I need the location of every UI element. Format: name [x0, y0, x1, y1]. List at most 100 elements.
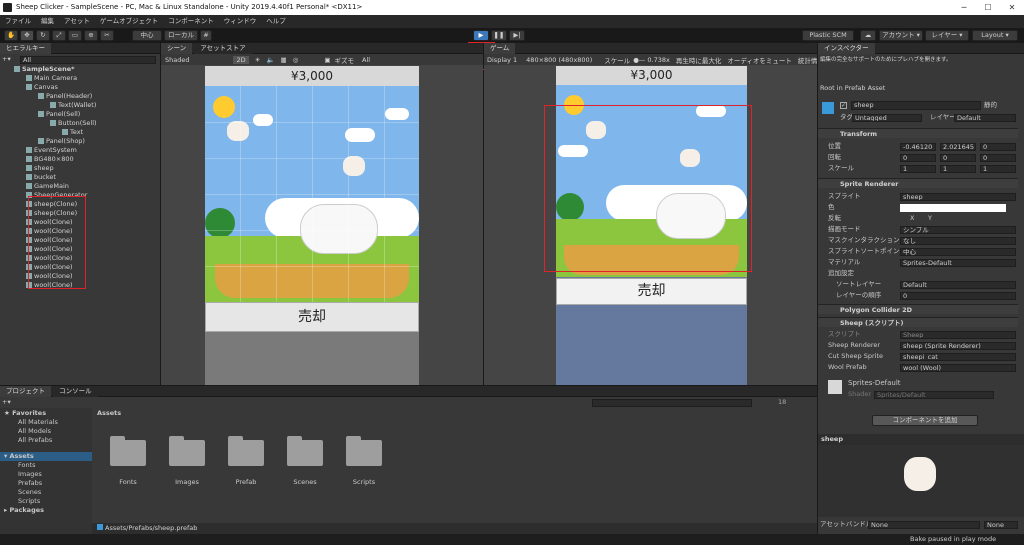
transform-tool-icon[interactable]: ⊕ [84, 30, 98, 41]
rotation-y-field[interactable]: 0 [940, 154, 976, 162]
hierarchy-item[interactable]: wool(Clone) [26, 245, 73, 254]
shading-dropdown[interactable]: Shaded [161, 56, 193, 64]
tab-hierarchy[interactable]: ヒエラルキー [0, 43, 51, 54]
hierarchy-item[interactable]: SheepGenerator [26, 191, 87, 200]
maximize-on-play-toggle[interactable]: 再生時に最大化 [676, 55, 722, 65]
draw-mode-dropdown[interactable]: シンプル [900, 226, 1016, 234]
scale-tool-icon[interactable]: ⤢ [52, 30, 66, 41]
assets-tree-item[interactable]: Fonts [18, 461, 36, 470]
hierarchy-item[interactable]: sheep [26, 164, 54, 173]
mask-dropdown[interactable]: なし [900, 237, 1016, 245]
hierarchy-item[interactable]: wool(Clone) [26, 236, 73, 245]
effects-icon[interactable]: ▦ [281, 56, 287, 64]
sorting-layer-dropdown[interactable]: Default [900, 281, 1016, 289]
tab-asset-store[interactable]: アセットストア [194, 43, 252, 54]
move-tool-icon[interactable]: ✥ [20, 30, 34, 41]
hierarchy-item[interactable]: wool(Clone) [26, 272, 73, 281]
folder-icon[interactable] [228, 436, 264, 466]
scale-slider[interactable]: ●— [633, 56, 645, 64]
sort-point-dropdown[interactable]: 中心 [900, 248, 1016, 256]
close-icon[interactable]: ✕ [1000, 0, 1024, 15]
hierarchy-item[interactable]: Text [62, 128, 83, 137]
rotation-x-field[interactable]: 0 [900, 154, 936, 162]
script-header[interactable]: Sheep (スクリプト) [818, 317, 1018, 327]
menu-gameobject[interactable]: ゲームオブジェクト [95, 15, 163, 28]
hierarchy-item[interactable]: wool(Clone) [26, 263, 73, 272]
rect-tool-icon[interactable]: ▭ [68, 30, 82, 41]
plastic-scm-button[interactable]: Plastic SCM [802, 30, 854, 41]
additional-settings-label[interactable]: 追加設定 [828, 269, 854, 278]
material-field[interactable]: Sprites-Default [900, 259, 1016, 267]
project-add-icon[interactable]: +▾ [2, 398, 11, 406]
stats-toggle[interactable]: 統計情報 [798, 55, 817, 65]
hierarchy-item[interactable]: wool(Clone) [26, 254, 73, 263]
preview-area[interactable] [818, 445, 1024, 517]
hierarchy-item[interactable]: EventSystem [26, 146, 77, 155]
order-in-layer-field[interactable]: 0 [900, 292, 1016, 300]
assets-tree-item[interactable]: Images [18, 470, 42, 479]
transform-header[interactable]: Transform [818, 128, 1018, 138]
hierarchy-item[interactable]: sheep(Clone) [26, 209, 77, 218]
favorites-heading[interactable]: ★ Favorites [4, 409, 46, 418]
pivot-toggle[interactable]: 中心 [132, 30, 162, 41]
folder-icon[interactable] [346, 436, 382, 466]
mute-audio-toggle[interactable]: オーディオをミュート [727, 55, 792, 65]
hand-tool-icon[interactable]: ✋ [4, 30, 18, 41]
scale-z-field[interactable]: 1 [980, 165, 1016, 173]
account-dropdown[interactable]: アカウント ▾ [879, 30, 923, 41]
packages-heading[interactable]: ▸ Packages [4, 506, 44, 515]
flip-x-checkbox[interactable]: X [910, 214, 914, 223]
tab-inspector[interactable]: インスペクター [818, 43, 875, 54]
assets-tree-item[interactable]: Prefabs [18, 479, 42, 488]
active-checkbox[interactable]: ✓ [840, 102, 847, 109]
audio-icon[interactable]: 🔈 [266, 56, 274, 64]
hierarchy-search-input[interactable]: All [20, 56, 156, 64]
resolution-dropdown[interactable]: 480×800 (480x800) [526, 56, 592, 64]
gizmos-dropdown[interactable]: ギズモ [335, 55, 355, 65]
maximize-icon[interactable]: ☐ [976, 0, 1000, 15]
menu-component[interactable]: コンポーネント [163, 15, 219, 28]
folder-icon[interactable] [287, 436, 323, 466]
scene-sell-button[interactable]: 売却 [205, 302, 419, 332]
hierarchy-item[interactable]: bucket [26, 173, 56, 182]
tab-project[interactable]: プロジェクト [0, 386, 51, 397]
add-component-button[interactable]: コンポーネントを追加 [872, 415, 978, 426]
sheep-renderer-field[interactable]: sheep (Sprite Renderer) [900, 342, 1016, 350]
sprite-field[interactable]: sheep [900, 193, 1016, 201]
hierarchy-item[interactable]: Text(Wallet) [50, 101, 96, 110]
tab-scene[interactable]: シーン [161, 43, 193, 54]
object-name-field[interactable]: sheep [851, 101, 981, 110]
scale-x-field[interactable]: 1 [900, 165, 936, 173]
display-dropdown[interactable]: Display 1 [484, 56, 520, 64]
assets-breadcrumb[interactable]: Assets [97, 409, 121, 418]
flip-y-checkbox[interactable]: Y [928, 214, 932, 223]
pause-button[interactable]: ❚❚ [491, 30, 507, 41]
hierarchy-item[interactable]: wool(Clone) [26, 218, 73, 227]
project-search-input[interactable] [592, 399, 752, 407]
position-y-field[interactable]: 2.021645 [940, 143, 976, 151]
layers-dropdown[interactable]: レイヤー ▾ [925, 30, 969, 41]
favorites-item[interactable]: All Prefabs [18, 436, 52, 445]
hierarchy-item[interactable]: sheep(Clone) [26, 200, 77, 209]
menu-assets[interactable]: アセット [59, 15, 95, 28]
custom-tool-icon[interactable]: ✂ [100, 30, 114, 41]
hierarchy-item[interactable]: SampleScene* [14, 65, 75, 74]
layout-dropdown[interactable]: Layout ▾ [972, 30, 1018, 41]
camera-icon[interactable]: ▣ [324, 56, 330, 64]
scene-search-text[interactable]: All [362, 56, 370, 64]
position-x-field[interactable]: -0.46120 [900, 143, 936, 151]
sprite-renderer-header[interactable]: Sprite Renderer [818, 178, 1018, 188]
rotate-tool-icon[interactable]: ↻ [36, 30, 50, 41]
layer-dropdown[interactable]: Default [954, 114, 1016, 122]
add-icon[interactable]: +▾ [2, 55, 16, 64]
toggle-2d[interactable]: 2D [233, 55, 249, 64]
hierarchy-item[interactable]: wool(Clone) [26, 281, 73, 290]
step-button[interactable]: ▶| [509, 30, 525, 41]
assets-heading[interactable]: ▾ Assets [4, 452, 34, 461]
hierarchy-item[interactable]: Panel(Header) [38, 92, 92, 101]
menu-help[interactable]: ヘルプ [261, 15, 291, 28]
favorites-item[interactable]: All Materials [18, 418, 58, 427]
static-checkbox[interactable]: 静的 [984, 101, 997, 110]
cut-sprite-field[interactable]: sheepi_cat [900, 353, 1016, 361]
hierarchy-item[interactable]: GameMain [26, 182, 69, 191]
